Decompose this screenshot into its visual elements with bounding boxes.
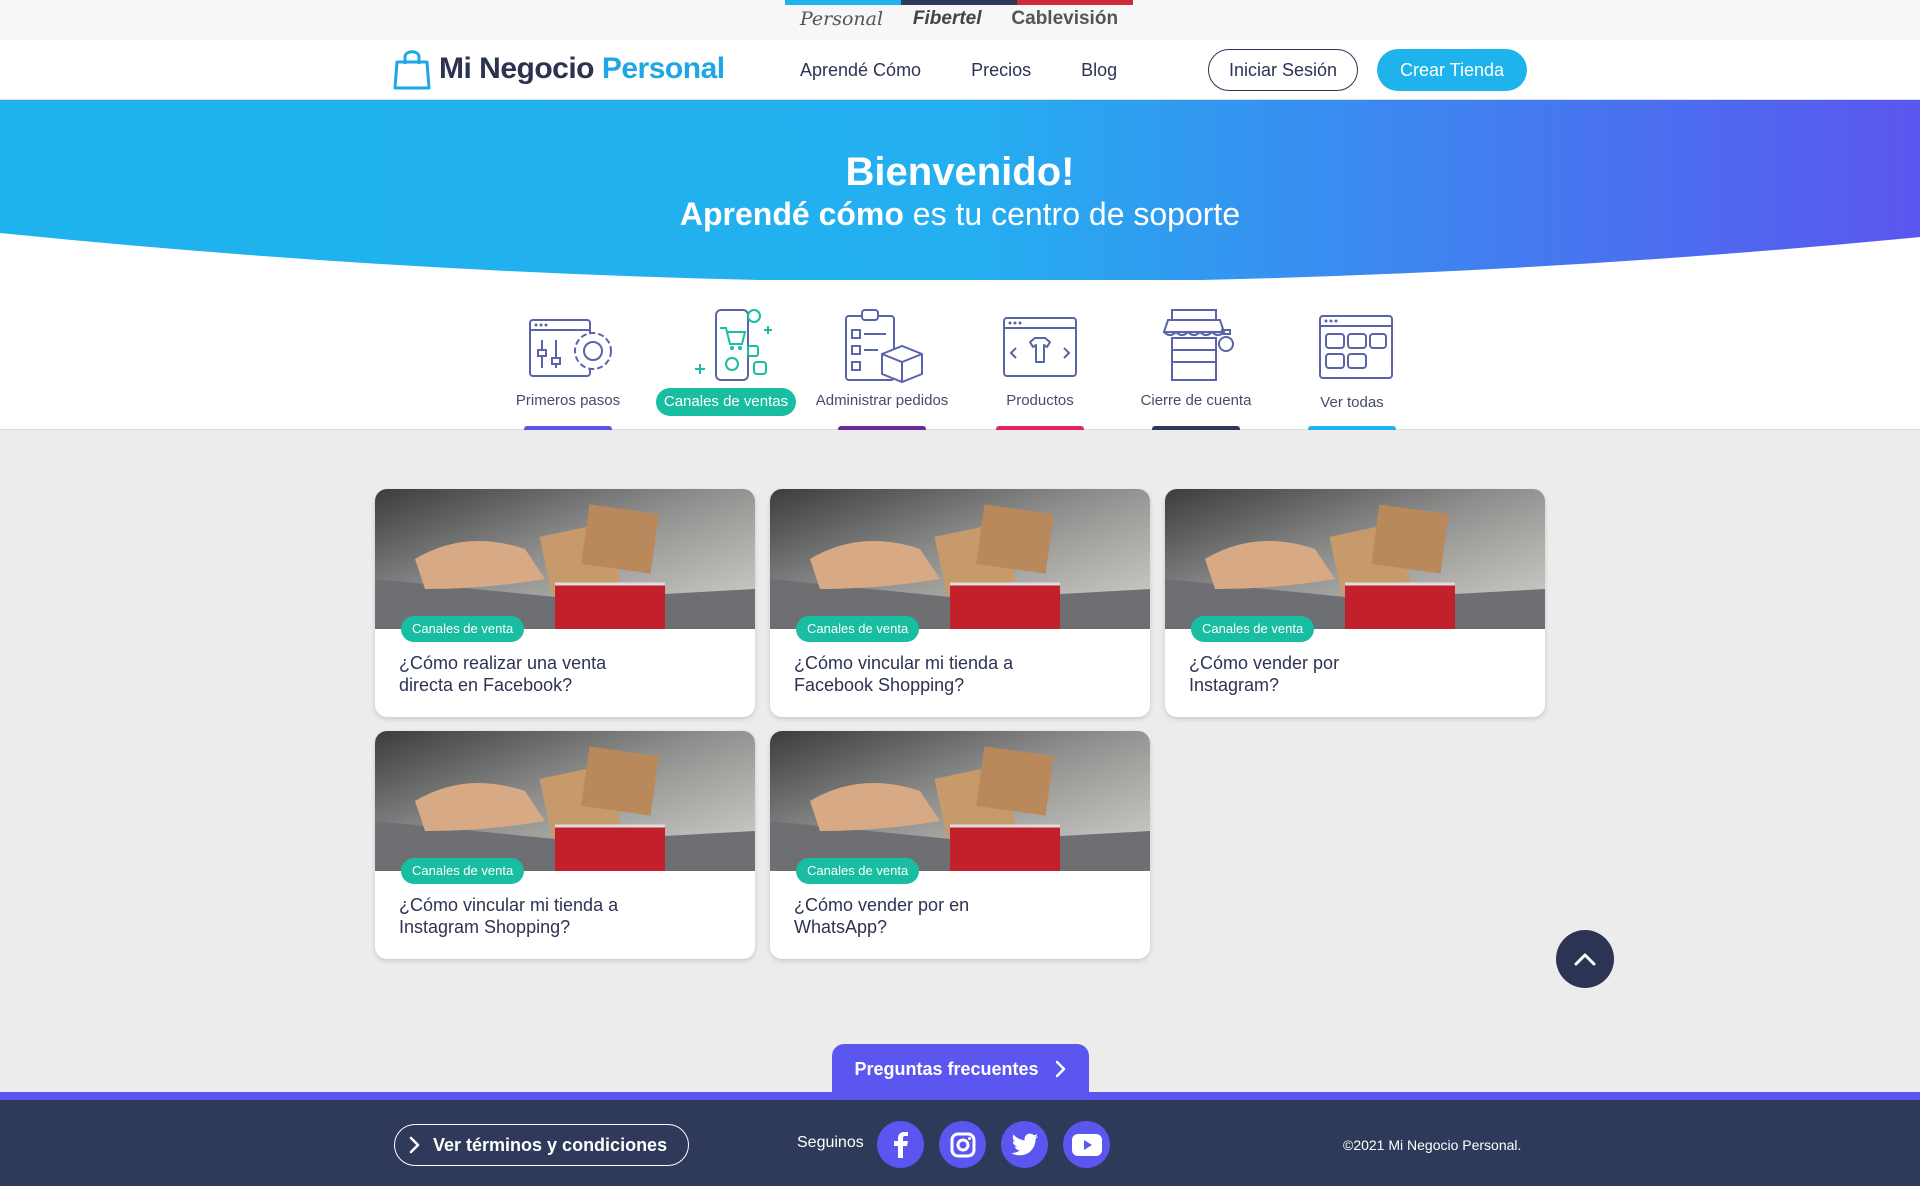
facebook-link[interactable]	[877, 1121, 924, 1168]
nav-precios[interactable]: Precios	[971, 60, 1031, 81]
nav-aprende-como[interactable]: Aprendé Cómo	[800, 60, 921, 81]
article-tag: Canales de venta	[796, 616, 920, 642]
article-card[interactable]: Canales de venta ¿Cómo vincular mi tiend…	[770, 489, 1150, 717]
article-title[interactable]: ¿Cómo vender por en WhatsApp?	[794, 894, 1024, 938]
brand-strip: Personal Fibertel Cablevisión	[0, 0, 1920, 40]
article-card[interactable]: Canales de venta ¿Cómo vender por en Wha…	[770, 731, 1150, 959]
site-header: Mi Negocio Personal Aprendé Cómo Precios…	[0, 40, 1920, 100]
shopping-bag-icon	[393, 50, 431, 90]
chevron-right-icon	[409, 1136, 420, 1154]
category-administrar-pedidos[interactable]: Administrar pedidos	[802, 280, 962, 430]
article-tag: Canales de venta	[401, 858, 525, 884]
article-tag: Canales de venta	[401, 616, 525, 642]
category-label: Canales de ventas	[656, 388, 796, 416]
footer-accent-band	[0, 1092, 1920, 1100]
category-nav: Primeros pasos Canales de ventas Adminis…	[0, 280, 1920, 430]
settings-panel-icon	[529, 319, 612, 377]
category-ver-todas[interactable]: Ver todas	[1272, 280, 1432, 430]
category-label: Administrar pedidos	[815, 392, 949, 409]
brand-link-fibertel[interactable]: Fibertel	[913, 8, 982, 30]
store-icon	[1162, 309, 1234, 381]
category-productos[interactable]: Productos	[960, 280, 1120, 430]
twitter-icon	[1010, 1133, 1038, 1155]
copyright-text: ©2021 Mi Negocio Personal.	[1343, 1137, 1522, 1153]
youtube-link[interactable]	[1063, 1121, 1110, 1168]
article-thumbnail	[770, 489, 1150, 629]
article-title[interactable]: ¿Cómo vincular mi tienda a Instagram Sho…	[399, 894, 629, 938]
category-cierre-de-cuenta[interactable]: Cierre de cuenta	[1116, 280, 1276, 430]
article-title[interactable]: ¿Cómo realizar una venta directa en Face…	[399, 652, 629, 696]
terms-label: Ver términos y condiciones	[433, 1134, 668, 1155]
category-bar	[524, 426, 612, 430]
faq-button[interactable]: Preguntas frecuentes	[832, 1044, 1089, 1094]
brand-link-personal[interactable]: Personal	[800, 8, 883, 30]
instagram-icon	[950, 1132, 975, 1157]
category-label: Ver todas	[1320, 394, 1384, 411]
faq-label: Preguntas frecuentes	[854, 1058, 1039, 1079]
hero-title: Bienvenido!	[845, 150, 1075, 194]
terms-button[interactable]: Ver términos y condiciones	[394, 1124, 689, 1166]
back-to-top-button[interactable]	[1556, 930, 1614, 988]
nav-blog[interactable]: Blog	[1081, 60, 1117, 81]
clipboard-box-icon	[845, 309, 923, 384]
category-bar	[1152, 426, 1240, 430]
logo-text: Mi Negocio Personal	[439, 52, 725, 85]
brand-link-cablevision[interactable]: Cablevisión	[1011, 8, 1118, 30]
social-links	[877, 1121, 1110, 1168]
hero-banner: Bienvenido! Aprendé cómo es tu centro de…	[0, 100, 1920, 280]
article-thumbnail	[375, 489, 755, 629]
article-thumbnail	[1165, 489, 1545, 629]
instagram-link[interactable]	[939, 1121, 986, 1168]
browser-shirt-icon	[1003, 317, 1077, 377]
category-canales-de-ventas[interactable]: Canales de ventas	[652, 280, 812, 430]
category-label: Productos	[1006, 392, 1074, 409]
category-label: Cierre de cuenta	[1140, 392, 1252, 409]
category-bar	[838, 426, 926, 430]
brand-links: Personal Fibertel Cablevisión	[785, 8, 1133, 30]
site-logo[interactable]: Mi Negocio Personal	[393, 48, 725, 90]
article-thumbnail	[770, 731, 1150, 871]
main-nav: Aprendé Cómo Precios Blog	[800, 40, 1167, 100]
brand-color-bars	[785, 0, 1133, 5]
grid-window-icon	[1319, 315, 1393, 379]
article-thumbnail	[375, 731, 755, 871]
article-title[interactable]: ¿Cómo vender por Instagram?	[1189, 652, 1419, 696]
category-bar	[1308, 426, 1396, 430]
category-label: Primeros pasos	[515, 392, 621, 409]
follow-label: Seguinos	[797, 1134, 864, 1151]
article-tag: Canales de venta	[1191, 616, 1315, 642]
site-footer: Ver términos y condiciones Seguinos ©202…	[0, 1100, 1920, 1186]
login-button[interactable]: Iniciar Sesión	[1208, 49, 1358, 91]
youtube-icon	[1071, 1133, 1102, 1156]
category-bar	[996, 426, 1084, 430]
facebook-icon	[893, 1131, 908, 1158]
hero-subtitle: Aprendé cómo es tu centro de soporte	[679, 196, 1241, 232]
mobile-shop-icon	[695, 309, 772, 381]
article-card[interactable]: Canales de venta ¿Cómo vincular mi tiend…	[375, 731, 755, 959]
chevron-right-icon	[1055, 1060, 1065, 1078]
category-primeros-pasos[interactable]: Primeros pasos	[488, 280, 648, 430]
article-card[interactable]: Canales de venta ¿Cómo realizar una vent…	[375, 489, 755, 717]
chevron-up-icon	[1574, 953, 1596, 966]
twitter-link[interactable]	[1001, 1121, 1048, 1168]
article-card[interactable]: Canales de venta ¿Cómo vender por Instag…	[1165, 489, 1545, 717]
article-tag: Canales de venta	[796, 858, 920, 884]
article-title[interactable]: ¿Cómo vincular mi tienda a Facebook Shop…	[794, 652, 1024, 696]
create-store-button[interactable]: Crear Tienda	[1377, 49, 1527, 91]
